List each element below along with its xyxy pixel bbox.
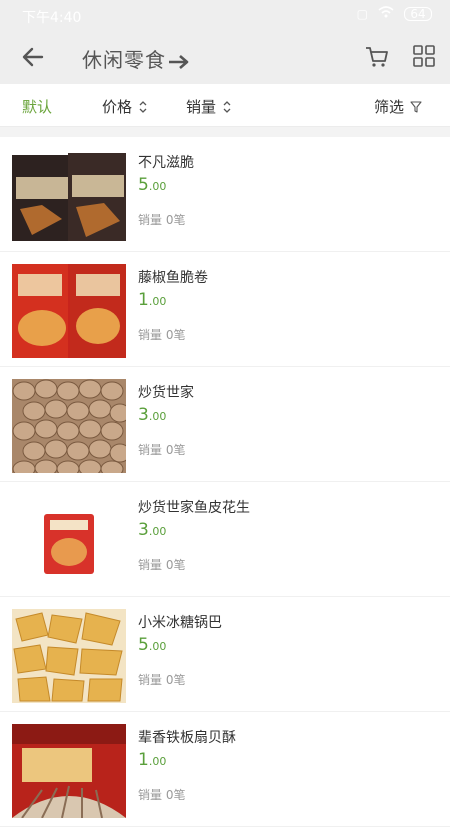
status-bar: 下午4:40 ▢ 64 bbox=[0, 0, 450, 30]
price-integer: 1 bbox=[138, 750, 149, 770]
grid-view-button[interactable] bbox=[412, 44, 436, 68]
product-name: 不凡滋脆 bbox=[138, 155, 194, 171]
price-decimal: .00 bbox=[148, 295, 167, 308]
product-price: 5.00 bbox=[138, 635, 166, 655]
product-item[interactable]: 不凡滋脆 5.00 销量 0笔 bbox=[0, 137, 450, 252]
product-item[interactable]: 炒货世家 3.00 销量 0笔 bbox=[0, 367, 450, 482]
price-decimal: .00 bbox=[148, 180, 167, 193]
product-image bbox=[12, 379, 126, 473]
status-time: 下午4:40 bbox=[22, 10, 82, 26]
filter-bar: 默认 价格 销量 筛选 bbox=[0, 84, 450, 127]
price-decimal: .00 bbox=[148, 410, 167, 423]
back-button[interactable] bbox=[20, 44, 46, 70]
cart-icon bbox=[366, 47, 388, 67]
filter-price[interactable]: 价格 bbox=[102, 96, 148, 117]
filter-sales-label: 销量 bbox=[186, 98, 217, 116]
product-name: 炒货世家 bbox=[138, 385, 194, 401]
sort-icon bbox=[139, 100, 147, 113]
price-decimal: .00 bbox=[148, 525, 167, 538]
signal-icon: ▢ bbox=[356, 6, 368, 21]
toolbar: 休闲零食 bbox=[0, 30, 450, 84]
product-item[interactable]: 炒货世家鱼皮花生 3.00 销量 0笔 bbox=[0, 482, 450, 597]
price-integer: 3 bbox=[138, 520, 149, 540]
product-image bbox=[12, 609, 126, 703]
cart-button[interactable] bbox=[364, 44, 390, 70]
product-item[interactable]: 辈香铁板扇贝酥 1.00 销量 0笔 bbox=[0, 712, 450, 827]
product-item[interactable]: 小米冰糖锅巴 5.00 销量 0笔 bbox=[0, 597, 450, 712]
filter-button-label: 筛选 bbox=[374, 98, 405, 116]
price-integer: 1 bbox=[138, 290, 149, 310]
section-divider bbox=[0, 127, 450, 137]
product-price: 1.00 bbox=[138, 290, 166, 310]
product-price: 5.00 bbox=[138, 175, 166, 195]
product-price: 3.00 bbox=[138, 520, 166, 540]
funnel-icon bbox=[410, 100, 422, 113]
arrow-right-icon bbox=[169, 54, 189, 69]
filter-button[interactable]: 筛选 bbox=[374, 96, 422, 117]
product-name: 藤椒鱼脆卷 bbox=[138, 270, 208, 286]
filter-default[interactable]: 默认 bbox=[22, 96, 52, 117]
price-decimal: .00 bbox=[148, 640, 167, 653]
product-price: 1.00 bbox=[138, 750, 166, 770]
filter-default-label: 默认 bbox=[22, 98, 53, 116]
product-sales: 销量 0笔 bbox=[138, 788, 186, 802]
price-integer: 5 bbox=[138, 635, 149, 655]
product-sales: 销量 0笔 bbox=[138, 213, 186, 227]
product-name: 炒货世家鱼皮花生 bbox=[138, 500, 250, 516]
filter-price-label: 价格 bbox=[102, 98, 133, 116]
product-price: 3.00 bbox=[138, 405, 166, 425]
product-image bbox=[12, 724, 126, 818]
price-decimal: .00 bbox=[148, 755, 167, 768]
price-integer: 5 bbox=[138, 175, 149, 195]
product-sales: 销量 0笔 bbox=[138, 673, 186, 687]
product-sales: 销量 0笔 bbox=[138, 328, 186, 342]
product-image bbox=[12, 494, 126, 588]
page-title: 休闲零食 bbox=[82, 44, 190, 73]
wifi-icon bbox=[378, 6, 394, 21]
battery-icon: 64 bbox=[404, 6, 432, 21]
price-integer: 3 bbox=[138, 405, 149, 425]
arrow-left-icon bbox=[22, 47, 44, 67]
product-name: 小米冰糖锅巴 bbox=[138, 615, 222, 631]
page-title-text: 休闲零食 bbox=[82, 48, 166, 72]
product-image bbox=[12, 149, 126, 243]
status-icons: ▢ 64 bbox=[357, 6, 432, 21]
product-name: 辈香铁板扇贝酥 bbox=[138, 730, 236, 746]
product-list: 不凡滋脆 5.00 销量 0笔 藤椒鱼脆卷 1.00 销量 0笔 炒货世家 3.… bbox=[0, 137, 450, 827]
product-image bbox=[12, 264, 126, 358]
grid-icon bbox=[413, 45, 435, 67]
filter-sales[interactable]: 销量 bbox=[186, 96, 232, 117]
product-sales: 销量 0笔 bbox=[138, 558, 186, 572]
product-item[interactable]: 藤椒鱼脆卷 1.00 销量 0笔 bbox=[0, 252, 450, 367]
product-sales: 销量 0笔 bbox=[138, 443, 186, 457]
sort-icon bbox=[223, 100, 231, 113]
